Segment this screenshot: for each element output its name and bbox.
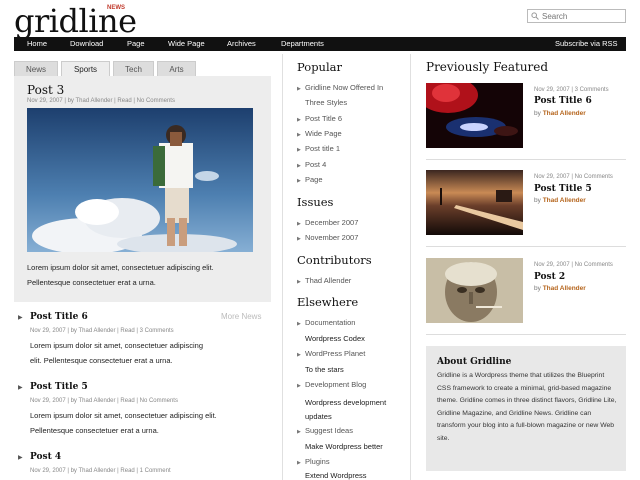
column-divider	[282, 54, 283, 480]
contributor-item[interactable]: ▶ Thad Allender	[297, 276, 351, 285]
bullet-icon: ▶	[297, 86, 301, 92]
popular-item[interactable]: ▶ Post 4	[297, 160, 326, 169]
prev-thumb[interactable]	[426, 83, 523, 148]
popular-item[interactable]: ▶ Post Title 6	[297, 114, 342, 123]
bullet-icon: ▶	[18, 385, 23, 391]
tab-tech[interactable]: Tech	[113, 61, 154, 76]
logo-badge: NEWS	[107, 5, 125, 11]
prev-thumb[interactable]	[426, 170, 523, 235]
divider	[426, 246, 626, 247]
about-text: Gridline is a Wordpress theme that utili…	[437, 372, 617, 442]
news-item-text: Lorem ipsum dolor sit amet, consectetuer…	[30, 341, 203, 350]
elsewhere-desc: To the stars	[305, 365, 344, 374]
tab-arts[interactable]: Arts	[157, 61, 196, 76]
prev-byline: by Thad Allender	[534, 197, 586, 204]
bullet-icon: ▶	[297, 163, 301, 169]
news-item-text: Pellentesque consectetuer erat a urna.	[30, 426, 159, 435]
elsewhere-link[interactable]: ▶ Suggest Ideas	[297, 426, 353, 435]
prev-meta: Nov 29, 2007 | No Comments	[534, 174, 613, 180]
news-item-text: elit. Pellentesque consectetuer erat a u…	[30, 356, 173, 365]
nav-departments[interactable]: Departments	[281, 37, 324, 51]
nav-rss[interactable]: Subscribe via RSS	[555, 37, 618, 51]
tab-sports[interactable]: Sports	[61, 61, 110, 76]
divider	[426, 334, 626, 335]
featured-text-1: Lorem ipsum dolor sit amet, consectetuer…	[27, 263, 214, 272]
prev-author-link[interactable]: Thad Allender	[543, 285, 586, 292]
bullet-icon: ▶	[297, 460, 301, 466]
featured-text-2: Pellentesque consectetuer erat a urna.	[27, 278, 156, 287]
bullet-icon: ▶	[297, 221, 301, 227]
news-item-meta: Nov 29, 2007 | by Thad Allender | Read |…	[30, 468, 171, 474]
prev-title[interactable]: Post Title 6	[534, 96, 592, 106]
elsewhere-heading: Elsewhere	[297, 295, 359, 309]
nav-home[interactable]: Home	[27, 37, 47, 51]
bullet-icon: ▶	[18, 455, 23, 461]
issues-heading: Issues	[297, 195, 334, 209]
issue-item[interactable]: ▶ December 2007	[297, 218, 358, 227]
bullet-icon: ▶	[297, 321, 301, 327]
popular-item[interactable]: ▶ Post title 1	[297, 144, 340, 153]
elsewhere-link[interactable]: ▶ Plugins	[297, 457, 330, 466]
about-title: About Gridline	[437, 357, 512, 367]
bullet-icon: ▶	[297, 383, 301, 389]
category-tabs: News Sports Tech Arts	[14, 61, 271, 76]
bullet-icon: ▶	[297, 117, 301, 123]
nav-archives[interactable]: Archives	[227, 37, 256, 51]
nav-download[interactable]: Download	[70, 37, 103, 51]
prev-title[interactable]: Post Title 5	[534, 184, 592, 194]
prev-meta: Nov 29, 2007 | 3 Comments	[534, 87, 609, 93]
bullet-icon: ▶	[297, 147, 301, 153]
news-item-title[interactable]: Post 4	[30, 452, 61, 462]
about-box: About Gridline Gridline is a Wordpress t…	[426, 346, 626, 471]
featured-meta: Nov 29, 2007 | by Thad Allender | Read |…	[27, 98, 175, 104]
prev-author-link[interactable]: Thad Allender	[543, 110, 586, 117]
bullet-icon: ▶	[297, 132, 301, 138]
main-nav: Home Download Page Wide Page Archives De…	[14, 37, 626, 51]
news-item-title[interactable]: Post Title 5	[30, 382, 88, 392]
popular-item[interactable]: ▶ Gridline Now Offered In	[297, 83, 383, 92]
bullet-icon: ▶	[297, 178, 301, 184]
prev-byline: by Thad Allender	[534, 110, 586, 117]
popular-heading: Popular	[297, 60, 342, 74]
prev-author-link[interactable]: Thad Allender	[543, 197, 586, 204]
search-input[interactable]	[542, 11, 624, 21]
elsewhere-desc: Wordpress development updates	[305, 398, 387, 421]
search-icon	[531, 12, 539, 20]
news-item-meta: Nov 29, 2007 | by Thad Allender | Read |…	[30, 328, 174, 334]
news-item-title[interactable]: Post Title 6	[30, 312, 88, 322]
bullet-icon: ▶	[297, 429, 301, 435]
column-divider	[410, 54, 411, 480]
previously-featured-heading: Previously Featured	[426, 60, 549, 74]
elsewhere-link[interactable]: ▶ WordPress Planet	[297, 349, 365, 358]
popular-item[interactable]: ▶ Page	[297, 175, 323, 184]
more-news-link[interactable]: More News	[221, 312, 261, 321]
divider	[426, 159, 626, 160]
bullet-icon: ▶	[18, 315, 23, 321]
prev-thumb[interactable]	[426, 258, 523, 323]
bullet-icon: ▶	[297, 236, 301, 242]
issue-item[interactable]: ▶ November 2007	[297, 233, 358, 242]
popular-item[interactable]: ▶ Wide Page	[297, 129, 342, 138]
elsewhere-link[interactable]: ▶ Development Blog	[297, 380, 366, 389]
elsewhere-desc: Extend Wordpress	[305, 471, 367, 480]
contributors-heading: Contributors	[297, 253, 372, 267]
prev-meta: Nov 29, 2007 | No Comments	[534, 262, 613, 268]
elsewhere-desc: Wordpress Codex	[305, 334, 365, 343]
prev-title[interactable]: Post 2	[534, 272, 565, 282]
featured-title[interactable]: Post 3	[27, 83, 64, 97]
elsewhere-link[interactable]: ▶ Documentation	[297, 318, 355, 327]
tab-news[interactable]: News	[14, 61, 58, 76]
prev-byline: by Thad Allender	[534, 285, 586, 292]
nav-wide-page[interactable]: Wide Page	[168, 37, 205, 51]
featured-photo[interactable]	[27, 108, 253, 252]
bullet-icon: ▶	[297, 352, 301, 358]
popular-item-cont[interactable]: Three Styles	[305, 98, 347, 107]
nav-page[interactable]: Page	[127, 37, 145, 51]
elsewhere-desc: Make Wordpress better	[305, 442, 383, 451]
bullet-icon: ▶	[297, 279, 301, 285]
search-box[interactable]	[527, 9, 626, 23]
news-item-meta: Nov 29, 2007 | by Thad Allender | Read |…	[30, 398, 178, 404]
news-item-text: Lorem ipsum dolor sit amet, consectetuer…	[30, 411, 217, 420]
